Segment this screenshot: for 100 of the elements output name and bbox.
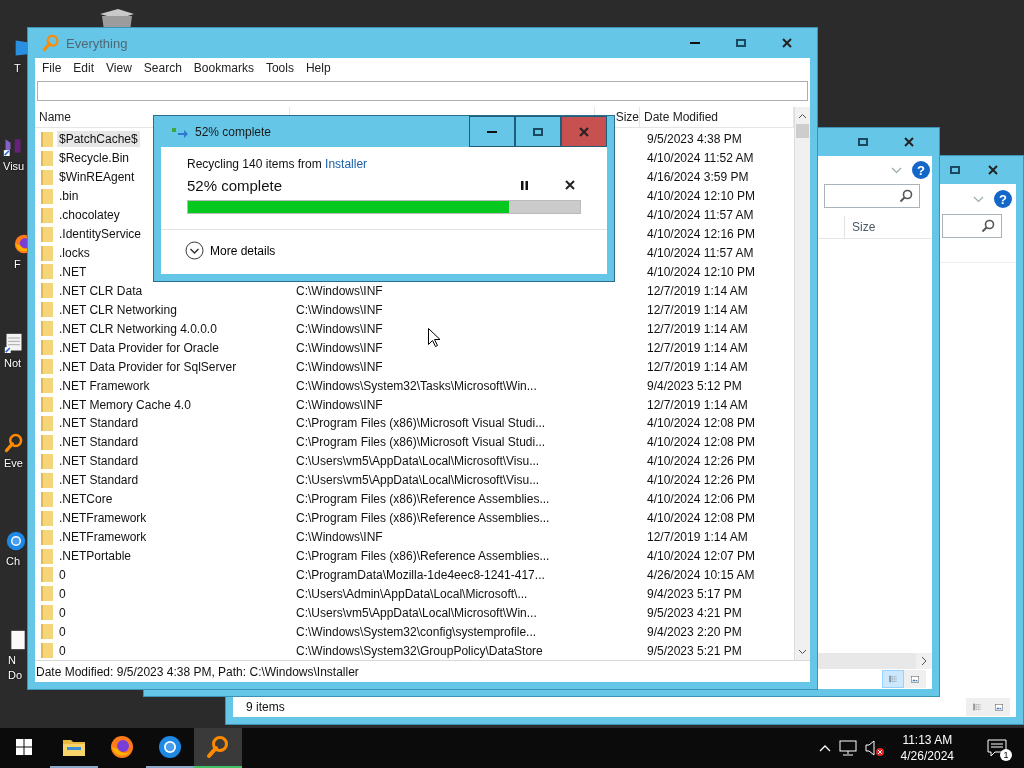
browser-icon: [158, 735, 182, 759]
path-cell: C:\Windows\INF: [296, 321, 383, 336]
menu-item[interactable]: View: [100, 61, 138, 75]
desktop-icon-label: Ch: [6, 554, 21, 569]
date-cell: 4/10/2024 12:16 PM: [647, 227, 756, 242]
path-cell: C:\Windows\INF: [296, 340, 383, 355]
file-name[interactable]: 0: [57, 604, 68, 621]
chevron-down-icon: [891, 166, 902, 174]
file-name[interactable]: 0: [57, 623, 68, 640]
file-name[interactable]: .NET Standard: [57, 453, 141, 470]
date-cell: 4/10/2024 12:08 PM: [647, 435, 756, 450]
folder-icon: [41, 131, 53, 147]
file-name[interactable]: .bin: [57, 188, 81, 205]
path-cell: C:\Users\Admin\AppData\Local\Microsoft\...: [296, 586, 528, 601]
close-icon: [782, 38, 792, 48]
date-cell: 9/5/2023 4:21 PM: [647, 605, 742, 620]
window-title: Everything: [66, 35, 128, 51]
path-cell: C:\Windows\INF: [296, 530, 383, 545]
status-text: Date Modified: 9/5/2023 4:38 PM, Path: C:\Windows\Installer: [36, 664, 359, 679]
clock-time[interactable]: 11:13 AM: [902, 732, 953, 748]
scroll-right-button[interactable]: [916, 653, 932, 669]
scrollbar-thumb[interactable]: [796, 124, 809, 138]
folder-link[interactable]: Installer: [325, 157, 368, 171]
browser-icon: [110, 735, 134, 759]
folder-icon: [41, 643, 53, 659]
path-cell: C:\Windows\INF: [296, 359, 383, 374]
desktop-icon-label: N Do: [8, 653, 23, 683]
menu-item[interactable]: File: [36, 61, 68, 75]
file-name[interactable]: .NET Standard: [57, 434, 141, 451]
menu-item[interactable]: Tools: [259, 61, 300, 75]
file-name[interactable]: .NETCore: [57, 491, 115, 508]
desktop-icon-label: T: [14, 61, 21, 76]
close-button[interactable]: [561, 116, 607, 147]
file-name[interactable]: $WinREAgent: [57, 169, 137, 186]
search-icon: [206, 735, 230, 759]
file-name[interactable]: $Recycle.Bin: [57, 150, 132, 167]
path-cell: C:\Windows\System32\config\systemprofile...: [296, 624, 537, 639]
recycle-transfer-icon: [171, 125, 189, 138]
file-name[interactable]: .NET CLR Networking: [57, 301, 179, 318]
menu-item[interactable]: Help: [299, 61, 337, 75]
search-field[interactable]: [942, 214, 1002, 238]
menu-item[interactable]: Edit: [67, 61, 101, 75]
muted-speaker-icon[interactable]: [864, 740, 885, 756]
file-name[interactable]: 0: [57, 585, 68, 602]
clock-date[interactable]: 4/26/2024: [900, 748, 954, 764]
date-cell: 12/7/2019 1:14 AM: [647, 340, 748, 355]
folder-icon: [41, 378, 53, 394]
dialog-title: 52% complete: [195, 124, 272, 139]
expand-icon: [185, 241, 204, 260]
notification-icon[interactable]: [987, 739, 1007, 757]
minimize-button[interactable]: [469, 116, 515, 147]
folder-icon: [41, 453, 53, 469]
menu-item[interactable]: Search: [137, 61, 188, 75]
folder-icon: [41, 605, 53, 621]
file-name[interactable]: .chocolatey: [57, 207, 122, 224]
path-cell: C:\Program Files (x86)\Reference Assemblies...: [296, 492, 550, 507]
file-name[interactable]: .NET Standard: [57, 472, 141, 489]
help-icon[interactable]: ?: [994, 190, 1012, 208]
date-cell: 4/10/2024 12:10 PM: [647, 189, 756, 204]
file-name[interactable]: .NET Data Provider for SqlServer: [57, 358, 239, 375]
desktop-icon-label: Not: [4, 356, 22, 371]
folder-icon: [41, 529, 53, 545]
file-name[interactable]: 0: [57, 642, 68, 659]
search-field[interactable]: [37, 81, 808, 101]
minimize-icon: [690, 42, 700, 44]
chevron-up-icon[interactable]: [818, 744, 831, 752]
file-name[interactable]: .IdentityService: [57, 226, 144, 243]
network-icon[interactable]: [838, 740, 857, 756]
more-details-button[interactable]: More details: [161, 230, 607, 260]
help-icon[interactable]: ?: [912, 161, 930, 179]
shortcut-icon: [3, 136, 23, 156]
date-cell: 12/7/2019 1:14 AM: [647, 302, 748, 317]
progress-text: 52% complete: [187, 176, 284, 194]
file-name[interactable]: .NET Data Provider for Oracle: [57, 339, 221, 356]
file-name[interactable]: .NETPortable: [57, 548, 134, 564]
file-name[interactable]: .NET CLR Networking 4.0.0.0: [57, 320, 219, 337]
file-name[interactable]: .NET Memory Cache 4.0: [57, 396, 193, 413]
date-cell: 4/26/2024 10:15 AM: [647, 567, 755, 582]
file-name[interactable]: .NETFramework: [57, 529, 149, 546]
column-header[interactable]: Size: [844, 216, 924, 238]
document-icon: [8, 630, 28, 650]
menu-item[interactable]: Bookmarks: [187, 61, 260, 75]
file-name[interactable]: .NET CLR Data: [57, 282, 145, 299]
path-cell: C:\Windows\INF: [296, 283, 383, 298]
notepad-icon: [4, 333, 24, 353]
file-name[interactable]: 0: [57, 566, 68, 583]
folder-icon: [41, 397, 53, 412]
path-cell: C:\Users\vm5\AppData\Local\Microsoft\Visu...: [296, 473, 540, 488]
file-name[interactable]: .NET Framework: [57, 377, 152, 394]
file-name[interactable]: $PatchCache$: [57, 131, 140, 148]
file-name[interactable]: .NETFramework: [57, 510, 149, 527]
folder-icon: [41, 415, 53, 431]
desktop-icon-label: Visu: [3, 159, 25, 174]
folder-icon: [41, 510, 53, 526]
search-field[interactable]: [824, 184, 920, 208]
file-name[interactable]: .locks: [57, 245, 92, 261]
file-name[interactable]: .NET: [57, 263, 89, 280]
vertical-scrollbar[interactable]: [794, 107, 810, 660]
maximize-button[interactable]: [515, 116, 561, 147]
file-name[interactable]: .NET Standard: [57, 415, 141, 432]
